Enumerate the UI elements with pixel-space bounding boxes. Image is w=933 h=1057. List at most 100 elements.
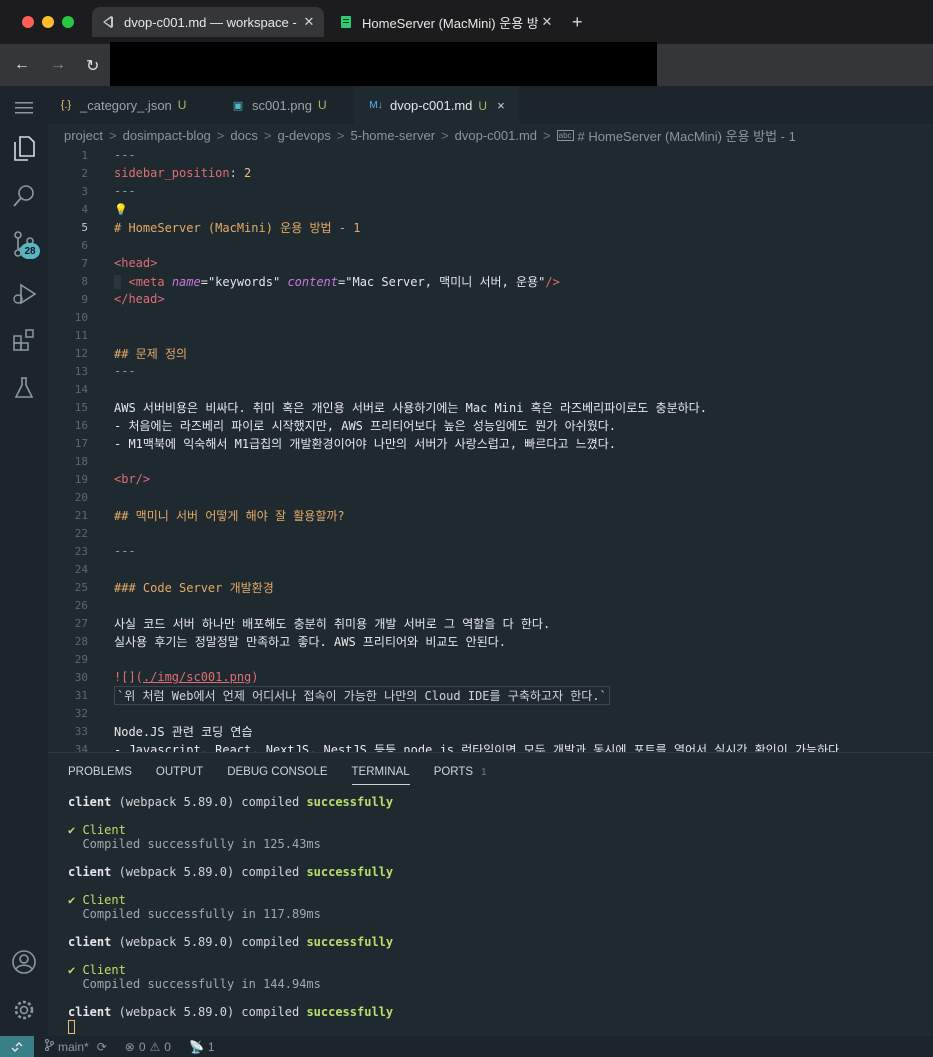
json-file-icon: {.} xyxy=(60,99,72,111)
tab-sc001-png[interactable]: ▣ sc001.png U xyxy=(230,86,327,124)
line-number: 3 xyxy=(81,184,88,198)
code-line: `위 처럼 Web에서 언제 어디서나 접속이 가능한 나만의 Cloud ID… xyxy=(114,685,610,705)
menu-icon[interactable] xyxy=(10,94,38,122)
remote-indicator-icon[interactable] xyxy=(0,1036,34,1057)
untracked-indicator: U xyxy=(318,98,327,112)
terminal-line: client (webpack 5.89.0) compiled success… xyxy=(68,865,394,879)
terminal-line: Compiled successfully in 125.43ms xyxy=(82,837,321,851)
tab-ports[interactable]: PORTS 1 xyxy=(434,753,487,791)
close-icon[interactable]: × xyxy=(497,98,505,113)
tab-terminal[interactable]: TERMINAL xyxy=(351,753,410,791)
testing-flask-icon[interactable] xyxy=(10,374,38,402)
tab-problems[interactable]: PROBLEMS xyxy=(68,753,132,791)
line-number: 33 xyxy=(74,724,88,738)
ports-status[interactable]: 📡 1 xyxy=(189,1040,219,1054)
terminal-line: Compiled successfully in 117.89ms xyxy=(82,907,321,921)
reload-button[interactable]: ↻ xyxy=(86,56,99,76)
explorer-icon[interactable] xyxy=(10,134,38,162)
breadcrumb-item[interactable]: docs xyxy=(230,128,257,143)
browser-tab-strip: dvop-c001.md — workspace - ✕ HomeServer … xyxy=(0,0,933,44)
sync-icon[interactable]: ⟳ xyxy=(97,1040,107,1054)
line-number: 19 xyxy=(74,472,88,486)
tab-debug-console[interactable]: DEBUG CONSOLE xyxy=(227,753,327,791)
breadcrumb-item[interactable]: dvop-c001.md xyxy=(455,128,537,143)
code-editor[interactable]: 1 --- 2 sidebar_position: 2 3 --- 4 💡 5 # Hom… xyxy=(48,146,933,752)
line-number: 27 xyxy=(74,616,88,630)
search-icon[interactable] xyxy=(10,182,38,210)
line-number: 7 xyxy=(81,256,88,270)
line-number: 18 xyxy=(74,454,88,468)
markdown-file-icon: M↓ xyxy=(369,100,383,111)
line-number: 6 xyxy=(81,238,88,252)
breadcrumb-item[interactable]: 5-home-server xyxy=(351,128,436,143)
terminal-line: ✔ Client xyxy=(68,823,126,837)
line-number: 4 xyxy=(81,202,88,216)
close-icon[interactable]: ✕ xyxy=(300,14,318,30)
line-number: 2 xyxy=(81,166,88,180)
breadcrumb-item[interactable]: project xyxy=(64,128,103,143)
code-line: --- xyxy=(114,184,136,198)
problems-status[interactable]: ⊗ 0 ⚠ 0 xyxy=(125,1040,175,1054)
back-button[interactable]: ← xyxy=(14,56,30,74)
line-number: 24 xyxy=(74,562,88,576)
forward-button[interactable]: → xyxy=(50,56,66,74)
account-icon[interactable] xyxy=(10,948,38,976)
line-number: 32 xyxy=(74,706,88,720)
code-line: 실사용 후기는 정말정말 만족하고 좋다. AWS 프리티어와 비교도 안된다. xyxy=(114,634,507,649)
tab-dvop-c001-md[interactable]: M↓ dvop-c001.md U × xyxy=(354,86,519,124)
image-file-icon: ▣ xyxy=(232,99,244,112)
line-number: 26 xyxy=(74,598,88,612)
line-number: 16 xyxy=(74,418,88,432)
tab-label: dvop-c001.md xyxy=(390,98,473,113)
branch-status[interactable]: main* ⟳ xyxy=(44,1039,111,1054)
run-debug-icon[interactable] xyxy=(10,280,38,308)
code-line: <br/> xyxy=(114,472,151,486)
code-line: ## 맥미니 서버 어떻게 해야 잘 활용할까? xyxy=(114,508,345,523)
code-line: ## 문제 정의 xyxy=(114,346,188,361)
code-line: <head> xyxy=(114,256,158,270)
symbol-icon: abc xyxy=(556,129,574,141)
code-line: AWS 서버비용은 비싸다. 취미 혹은 개인용 서버로 사용하기에는 Mac … xyxy=(114,400,707,415)
tab-output[interactable]: OUTPUT xyxy=(156,753,203,791)
code-line: - M1맥북에 익숙해서 M1급칩의 개발환경이어야 나만의 서버가 사랑스럽고… xyxy=(114,436,616,451)
untracked-indicator: U xyxy=(478,98,488,113)
line-number: 20 xyxy=(74,490,88,504)
browser-tab-title: HomeServer (MacMini) 운용 방... xyxy=(362,15,538,31)
code-line: # HomeServer (MacMini) 운용 방법 - 1 xyxy=(114,220,361,235)
tab-category-json[interactable]: {.} _category_.json U xyxy=(58,86,187,124)
code-line: --- xyxy=(114,148,136,162)
browser-tab-homeserver[interactable]: HomeServer (MacMini) 운용 방... ✕ xyxy=(330,7,562,37)
code-line: - 처음에는 라즈베리 파이로 시작했지만, AWS 프리티어보다 높은 성능임… xyxy=(114,418,616,433)
error-icon: ⊗ xyxy=(124,1039,135,1054)
untracked-indicator: U xyxy=(177,98,187,112)
line-number: 1 xyxy=(81,148,88,162)
line-number: 8 xyxy=(81,274,88,288)
line-number: 25 xyxy=(74,580,88,594)
line-number: 13 xyxy=(74,364,88,378)
lightbulb-icon[interactable]: 💡 xyxy=(114,203,128,216)
maximize-window-button[interactable] xyxy=(62,16,74,28)
browser-tab-vscode[interactable]: dvop-c001.md — workspace - ✕ xyxy=(92,7,324,37)
breadcrumb-item[interactable]: # HomeServer (MacMini) 운용 방법 - 1 xyxy=(578,126,796,145)
address-bar-redacted[interactable] xyxy=(110,42,657,86)
line-number: 15 xyxy=(74,400,88,414)
line-number: 28 xyxy=(74,634,88,648)
extensions-icon[interactable] xyxy=(10,326,38,354)
panel-tab-bar: PROBLEMS OUTPUT DEBUG CONSOLE TERMINAL P… xyxy=(48,753,933,791)
breadcrumb-item[interactable]: g-devops xyxy=(277,128,330,143)
close-icon[interactable]: ✕ xyxy=(538,14,556,30)
close-window-button[interactable] xyxy=(22,16,34,28)
new-tab-button[interactable]: + xyxy=(572,12,583,33)
code-line: - Javascript, React, NextJS, NestJS 등등 n… xyxy=(114,742,847,753)
browser-tab-title: dvop-c001.md — workspace - xyxy=(124,14,297,30)
line-number: 11 xyxy=(74,328,88,342)
line-number: 23 xyxy=(74,544,88,558)
line-number: 21 xyxy=(74,508,88,522)
code-line: 사실 코드 서버 하나만 배포해도 충분히 취미용 개발 서버로 그 역할을 다… xyxy=(114,616,551,631)
line-number: 17 xyxy=(74,436,88,450)
minimize-window-button[interactable] xyxy=(42,16,54,28)
breadcrumb-item[interactable]: dosimpact-blog xyxy=(123,128,211,143)
settings-gear-icon[interactable] xyxy=(10,996,38,1024)
terminal-line: client (webpack 5.89.0) compiled success… xyxy=(68,935,394,949)
terminal-line: Compiled successfully in 144.94ms xyxy=(82,977,321,991)
